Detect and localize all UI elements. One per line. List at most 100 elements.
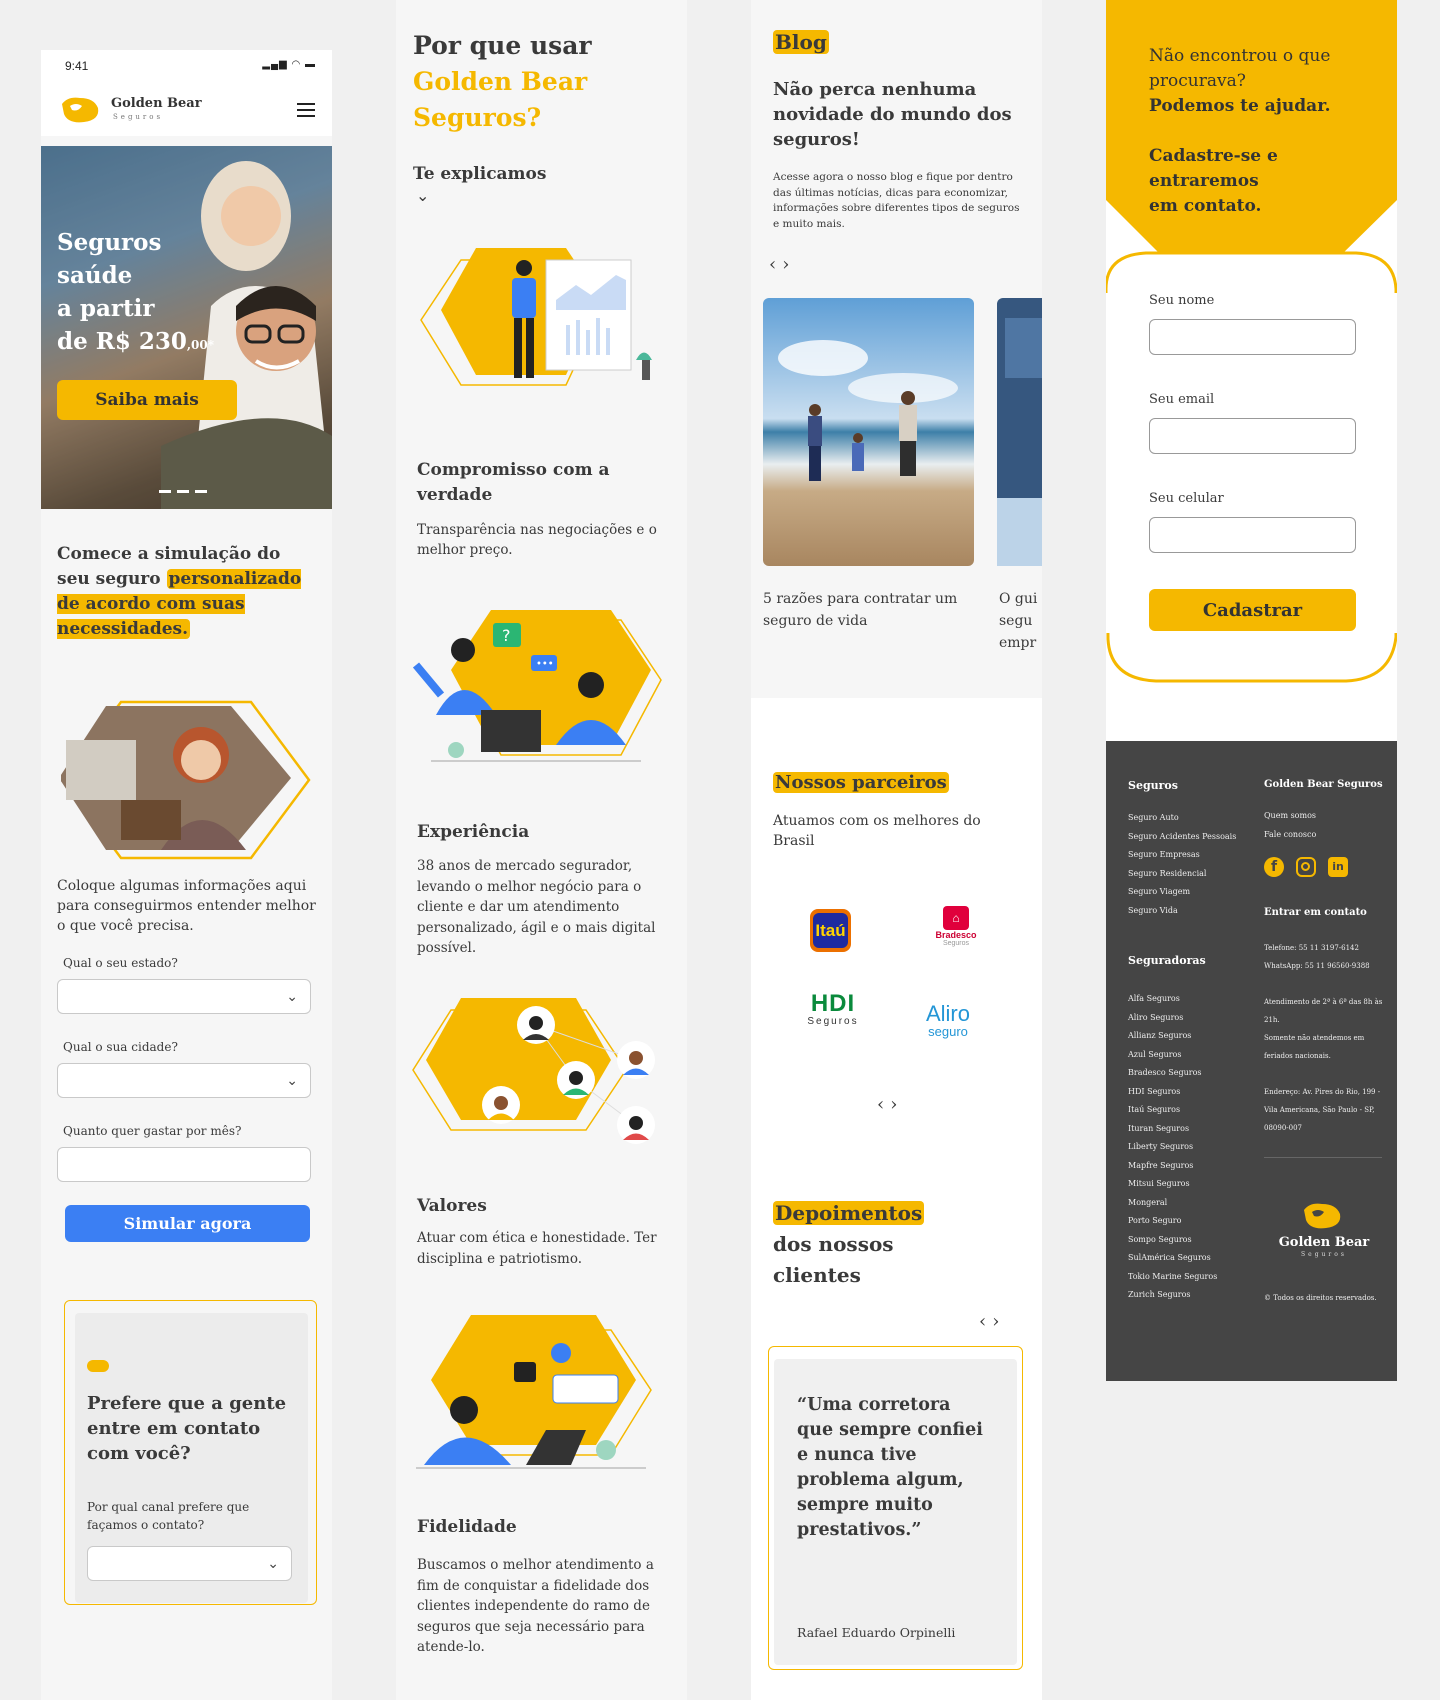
bradesco-tree-icon: ⌂ <box>943 906 969 930</box>
footer-link[interactable]: SulAmérica Seguros <box>1128 1249 1217 1268</box>
linkedin-icon[interactable]: in <box>1328 857 1348 877</box>
footer-link[interactable]: Azul Seguros <box>1128 1046 1217 1065</box>
footer-link[interactable]: Mitsui Seguros <box>1128 1175 1217 1194</box>
why-title-brand: Seguros? <box>413 103 542 132</box>
accent-dot <box>87 1360 109 1372</box>
simulate-button[interactable]: Simular agora <box>65 1205 310 1242</box>
instagram-icon[interactable] <box>1296 857 1316 877</box>
testimonials-title: Depoimentos dos nossos clientes <box>773 1198 933 1291</box>
testimonials-carousel-arrows[interactable]: ‹› <box>979 1311 1005 1332</box>
footer-link[interactable]: Aliro Seguros <box>1128 1009 1217 1028</box>
hdi-logo: HDI Seguros <box>803 990 863 1028</box>
testimonial-card: “Uma corretora que sempre confiei e nunc… <box>768 1346 1023 1670</box>
carousel-dots[interactable] <box>159 490 207 493</box>
footer-company-links: Quem somos Fale conosco <box>1264 807 1316 844</box>
cta-help: Podemos te ajudar. <box>1149 96 1331 116</box>
simulation-title: Comece a simulação do seu seguro persona… <box>57 542 317 642</box>
chevron-right-icon[interactable]: › <box>782 254 795 275</box>
footer-link[interactable]: Seguro Empresas <box>1128 846 1236 865</box>
email-input[interactable] <box>1149 418 1356 454</box>
chevron-right-icon[interactable]: › <box>992 1311 1005 1332</box>
presentation-illustration <box>420 248 652 386</box>
submit-button[interactable]: Cadastrar <box>1149 589 1356 631</box>
itau-logo-text: Itaú <box>813 913 848 948</box>
chevron-down-icon: ⌄ <box>286 988 298 1005</box>
why-title-line: Por que usar <box>413 31 592 60</box>
chevron-right-icon[interactable]: › <box>890 1094 903 1115</box>
footer-link[interactable]: Ituran Seguros <box>1128 1120 1217 1139</box>
hero-price-main: de R$ 230 <box>57 328 187 355</box>
chevron-down-icon[interactable]: ⌄ <box>416 186 429 205</box>
city-select[interactable]: ⌄ <box>57 1063 311 1098</box>
hero-cta-button[interactable]: Saiba mais <box>57 380 237 420</box>
footer-link[interactable]: Itaú Seguros <box>1128 1101 1217 1120</box>
footer-link[interactable]: Liberty Seguros <box>1128 1138 1217 1157</box>
chevron-left-icon[interactable]: ‹ <box>769 254 782 275</box>
budget-input[interactable] <box>57 1147 311 1182</box>
bradesco-name: Bradesco <box>935 930 977 940</box>
contact-channel-select[interactable]: ⌄ <box>87 1546 292 1581</box>
simulation-description: Coloque algumas informações aqui para co… <box>57 878 316 934</box>
footer-link[interactable]: Fale conosco <box>1264 826 1316 845</box>
menu-icon[interactable] <box>297 103 315 117</box>
footer-link[interactable]: Seguro Acidentes Pessoais <box>1128 828 1236 847</box>
blog-post-title[interactable]: 5 razões para contratar um seguro de vid… <box>763 588 963 632</box>
feature-text: Atuar com ética e honestidade. Ter disci… <box>417 1230 657 1267</box>
facebook-icon[interactable]: f <box>1264 857 1284 877</box>
footer-link[interactable]: Quem somos <box>1264 807 1316 826</box>
footer-phone: Telefone: 55 11 3197-6142 <box>1264 944 1359 952</box>
blog-post-photo[interactable] <box>997 298 1042 566</box>
hdi-name: HDI <box>810 990 856 1017</box>
footer-brand: Golden Bear <box>1278 1235 1370 1250</box>
footer-contact-info: Telefone: 55 11 3197-6142 WhatsApp: 55 1… <box>1264 939 1384 1137</box>
blog-post-title[interactable]: O gui segu empr <box>999 588 1039 654</box>
logo-icon[interactable] <box>58 96 102 124</box>
chevron-left-icon[interactable]: ‹ <box>979 1311 992 1332</box>
aliro-sub: seguro <box>928 1024 968 1039</box>
phone-input[interactable] <box>1149 517 1356 553</box>
chevron-left-icon[interactable]: ‹ <box>877 1094 890 1115</box>
footer-link[interactable]: Mapfre Seguros <box>1128 1157 1217 1176</box>
blog-carousel-arrows[interactable]: ‹› <box>769 254 795 275</box>
footer-link[interactable]: Seguro Vida <box>1128 902 1236 921</box>
blog-description: Acesse agora o nosso blog e fique por de… <box>773 171 1020 230</box>
footer-hours-note: Somente não atendemos em feriados nacion… <box>1264 1034 1365 1060</box>
footer-rights: © Todos os direitos reservados. <box>1264 1294 1377 1302</box>
support-illustration: ? ••• <box>412 610 662 762</box>
footer-link[interactable]: Porto Seguro <box>1128 1212 1217 1231</box>
footer-link[interactable]: Seguro Auto <box>1128 809 1236 828</box>
svg-text:•••: ••• <box>536 659 554 670</box>
footer-link[interactable]: Mongeral <box>1128 1194 1217 1213</box>
cta-signup: Cadastre-se e entraremos em contato. <box>1149 146 1278 216</box>
footer-link[interactable]: Tokio Marine Seguros <box>1128 1268 1217 1287</box>
hero-line: a partir <box>57 295 155 322</box>
footer-link[interactable]: Bradesco Seguros <box>1128 1064 1217 1083</box>
feature-title: Compromisso com a verdade <box>417 460 610 505</box>
footer-company-title: Golden Bear Seguros <box>1264 779 1383 790</box>
blog-post-photo[interactable] <box>763 298 974 566</box>
feature-text: Transparência nas negociações e o melhor… <box>417 522 657 558</box>
partners-description: Atuamos com os melhores do Brasil <box>773 813 981 849</box>
footer-link[interactable]: Allianz Seguros <box>1128 1027 1217 1046</box>
state-label: Qual o seu estado? <box>63 956 178 970</box>
partners-carousel-arrows[interactable]: ‹› <box>877 1094 903 1115</box>
footer-link[interactable]: HDI Seguros <box>1128 1083 1217 1102</box>
chevron-down-icon: ⌄ <box>267 1555 279 1572</box>
hero-line: Seguros <box>57 229 162 256</box>
footer-link[interactable]: Zurich Seguros <box>1128 1286 1217 1305</box>
footer-link[interactable]: Seguro Viagem <box>1128 883 1236 902</box>
why-us-screen: Por que usar Golden Bear Seguros? Te exp… <box>396 0 687 1700</box>
state-select[interactable]: ⌄ <box>57 979 311 1014</box>
footer-link[interactable]: Seguro Residencial <box>1128 865 1236 884</box>
hero-banner: Seguros saúde a partir de R$ 230,00* Sai… <box>41 146 332 509</box>
why-title-brand: Golden Bear <box>413 67 588 96</box>
footer-link[interactable]: Sompo Seguros <box>1128 1231 1217 1250</box>
hero-headline: Seguros saúde a partir de R$ 230,00* <box>57 226 214 362</box>
name-input[interactable] <box>1149 319 1356 355</box>
footer-link[interactable]: Alfa Seguros <box>1128 990 1217 1009</box>
email-label: Seu email <box>1149 392 1215 407</box>
blog-title: Não perca nenhuma novidade do mundo dos … <box>773 79 1012 150</box>
feature-title: Valores <box>417 1196 487 1216</box>
feature-text: Buscamos o melhor atendimento a fim de c… <box>417 1557 654 1655</box>
footer: Seguros Seguro Auto Seguro Acidentes Pes… <box>1106 741 1397 1381</box>
